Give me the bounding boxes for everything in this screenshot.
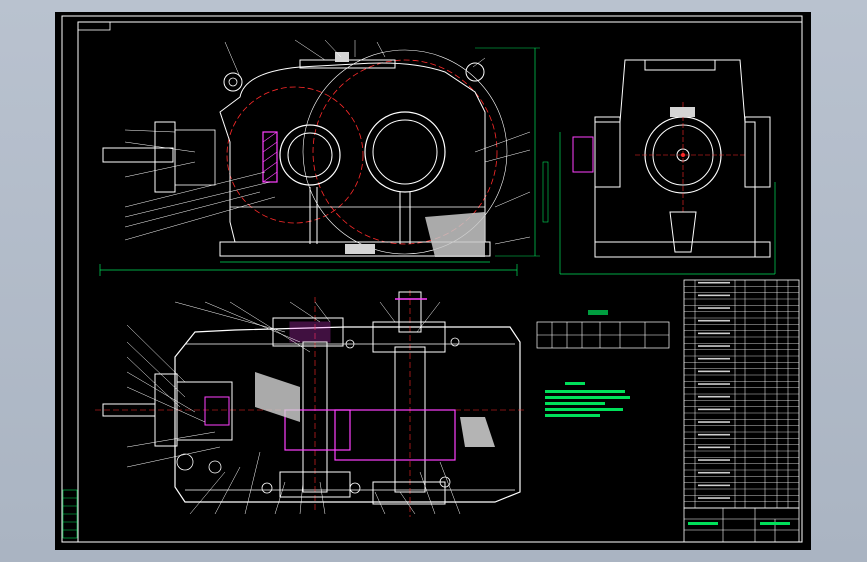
gear-reducer-assembly-drawing [61,15,803,543]
plan-input-shaft [102,403,156,417]
side-input-shaft [572,136,594,173]
front-view [99,39,549,276]
parts-list-entry-mark [698,497,730,499]
plan-view [95,290,525,517]
side-vent [670,107,695,117]
drawing-number-box [77,21,111,31]
intermediate-bearing-bottom [279,471,351,498]
parts-list-entry-mark [698,383,730,385]
output-bearing-bottom [372,481,446,505]
plan-bolt-holes [176,337,460,494]
parts-list-entry-mark [698,471,730,474]
gear-bearing-bore-outer [364,111,446,193]
intermediate-bearing-top-hatch [289,321,331,343]
side-housing-outline [594,59,756,258]
bevel-gear-section [255,372,300,422]
gear-bearing-bore-inner [372,119,438,185]
parts-list-entry-mark [698,484,730,487]
pinion-bearing-bore-inner [287,132,333,178]
parts-list-entry-mark [698,370,730,373]
technical-requirements-notes [545,382,630,417]
parts-list-entry-mark [698,307,730,309]
parts-list-entry-mark [698,319,730,322]
parts-list-entry-mark [698,345,730,347]
lifting-eye-left-hole [228,77,238,87]
sheet-outer-border [61,15,803,543]
sheet-inner-border [77,21,803,543]
parts-list-entry-mark [698,459,730,461]
parts-list-table [683,279,800,509]
pinion-pitch-circle [226,86,364,224]
input-bearing-cap [154,121,176,193]
plan-housing-outline [174,326,521,503]
parts-list-entry-mark [698,395,730,398]
parts-list-entry-mark [698,294,730,297]
parts-list-entry-mark [698,433,730,436]
side-center-rib [669,211,697,253]
vent-plug [335,52,349,62]
input-shaft [102,147,174,163]
pinion-bearing-bore-outer [279,124,341,186]
left-note-strip [62,489,78,539]
input-bearing-housing [174,129,216,186]
output-gear-web-section [460,417,495,447]
title-block [683,507,800,543]
parts-list-entry-mark [698,408,730,411]
parts-list-entry-mark [698,421,730,423]
plan-bevel-pinion [204,396,230,426]
tech-characteristics-table [536,310,670,349]
parts-list-entry-mark [698,332,730,335]
parts-list-entry-mark [698,357,730,360]
parts-list-entry-mark [698,281,730,284]
cad-viewport[interactable] [55,12,811,550]
side-bearing-cap-left [594,116,621,188]
side-bearing-cap-right [744,116,771,188]
side-view [559,59,776,275]
dimension-text-box [542,161,549,223]
oil-sump-section [425,212,485,257]
side-base [594,241,771,258]
drain-plug [345,244,375,254]
side-cover [644,59,716,71]
parts-list-entry-mark [698,446,730,449]
